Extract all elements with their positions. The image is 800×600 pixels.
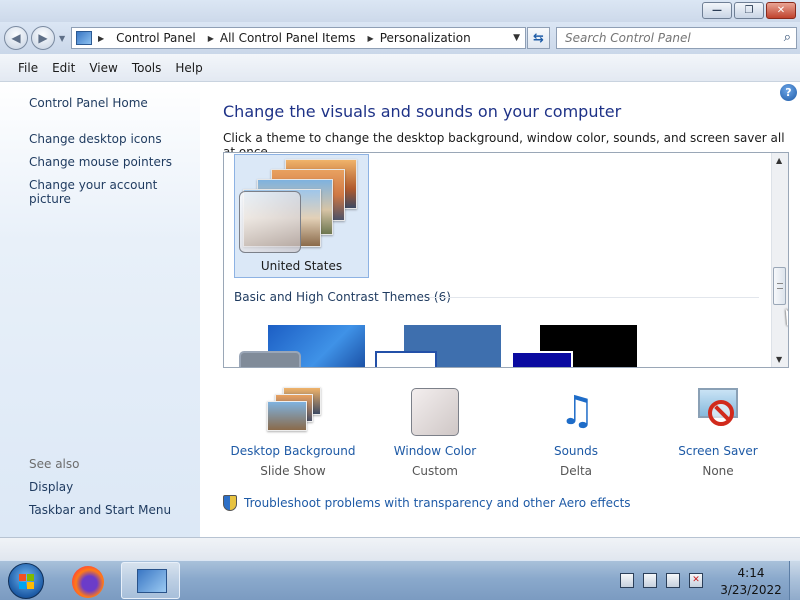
control-panel-icon bbox=[76, 31, 92, 45]
search-icon[interactable]: ⌕ bbox=[784, 30, 791, 45]
theme-window-preview bbox=[375, 351, 437, 367]
troubleshoot-link[interactable]: Troubleshoot problems with transparency … bbox=[223, 495, 631, 511]
clock-date: 3/23/2022 bbox=[720, 583, 782, 597]
taskbar: ✕ 4:14 3/23/2022 bbox=[0, 560, 800, 600]
change-account-picture-link[interactable]: Change your account picture bbox=[29, 178, 200, 206]
theme-label: United States bbox=[260, 259, 343, 273]
menu-file[interactable]: File bbox=[18, 61, 38, 75]
theme-list-scrollbar[interactable]: ▲ ▼ bbox=[771, 153, 788, 367]
display-link[interactable]: Display bbox=[29, 480, 73, 494]
breadcrumb-all-items[interactable]: ▶ All Control Panel Items bbox=[202, 31, 356, 45]
navigation-bar: ◀ ▶ ▼ ▶ Control Panel ▶ All Control Panel… bbox=[0, 22, 800, 54]
clock-time: 4:14 bbox=[737, 566, 765, 580]
main-content: ? Change the visuals and sounds on your … bbox=[200, 82, 800, 537]
change-desktop-icons-link[interactable]: Change desktop icons bbox=[29, 132, 162, 146]
taskbar-start-menu-link[interactable]: Taskbar and Start Menu bbox=[29, 503, 171, 517]
tile-value: Slide Show bbox=[260, 464, 326, 478]
breadcrumb-separator[interactable]: ▶ bbox=[98, 34, 110, 43]
tile-value: None bbox=[702, 464, 734, 478]
window-controls: — ❐ ✕ bbox=[702, 2, 796, 19]
window-color-tile[interactable]: Window Color Custom bbox=[365, 385, 505, 478]
search-input[interactable] bbox=[557, 28, 767, 48]
system-tray: ✕ bbox=[620, 573, 703, 588]
desktop-background-icon bbox=[223, 385, 363, 439]
page-title: Change the visuals and sounds on your co… bbox=[223, 102, 622, 121]
see-also-label: See also bbox=[29, 457, 80, 471]
volume-muted-icon[interactable]: ✕ bbox=[689, 573, 703, 588]
start-button[interactable] bbox=[8, 563, 44, 599]
troubleshoot-label[interactable]: Troubleshoot problems with transparency … bbox=[244, 496, 631, 510]
maximize-button[interactable]: ❐ bbox=[734, 2, 764, 19]
scroll-down-icon[interactable]: ▼ bbox=[776, 355, 782, 364]
theme-window-preview bbox=[511, 351, 573, 367]
tray-notes-icon[interactable] bbox=[620, 573, 634, 588]
uac-shield-icon bbox=[223, 495, 237, 511]
back-button[interactable]: ◀ bbox=[4, 26, 28, 50]
title-bar: — ❐ ✕ bbox=[0, 0, 800, 22]
control-panel-home-link[interactable]: Control Panel Home bbox=[29, 96, 148, 110]
recent-pages-dropdown-icon[interactable]: ▼ bbox=[59, 34, 65, 43]
basic-themes-header: Basic and High Contrast Themes (6) bbox=[234, 290, 451, 304]
clock[interactable]: 4:14 3/23/2022 bbox=[718, 565, 784, 599]
scrollbar-thumb[interactable] bbox=[773, 267, 786, 305]
menu-bar: File Edit View Tools Help bbox=[0, 54, 800, 82]
menu-help[interactable]: Help bbox=[175, 61, 202, 75]
show-desktop-button[interactable] bbox=[789, 561, 800, 600]
tile-value: Delta bbox=[559, 464, 592, 478]
theme-list: United States Basic and High Contrast Th… bbox=[223, 152, 789, 368]
action-center-icon[interactable] bbox=[643, 573, 657, 588]
screen-saver-tile[interactable]: Screen Saver None bbox=[648, 385, 788, 478]
breadcrumb-personalization[interactable]: ▶ Personalization bbox=[362, 31, 471, 45]
window-color-icon bbox=[365, 385, 505, 439]
screen-saver-icon bbox=[648, 385, 788, 439]
address-dropdown-icon[interactable]: ▼ bbox=[513, 33, 520, 43]
tile-name[interactable]: Desktop Background bbox=[223, 444, 363, 458]
sounds-icon: ♫ bbox=[559, 388, 595, 434]
sounds-tile[interactable]: ♫ Sounds Delta bbox=[506, 385, 646, 478]
close-button[interactable]: ✕ bbox=[766, 2, 796, 19]
theme-window-color-swatch bbox=[239, 191, 301, 253]
sidebar: Control Panel Home Change desktop icons … bbox=[0, 82, 200, 537]
forward-button[interactable]: ▶ bbox=[31, 26, 55, 50]
menu-edit[interactable]: Edit bbox=[52, 61, 75, 75]
theme-united-states[interactable]: United States bbox=[234, 154, 369, 278]
tile-name[interactable]: Window Color bbox=[365, 444, 505, 458]
refresh-button[interactable]: ⇆ bbox=[527, 27, 550, 49]
control-panel-taskbar-button[interactable] bbox=[121, 562, 180, 599]
group-divider bbox=[429, 297, 759, 298]
search-box[interactable]: ⌕ bbox=[556, 27, 797, 49]
menu-tools[interactable]: Tools bbox=[132, 61, 162, 75]
tile-name[interactable]: Screen Saver bbox=[648, 444, 788, 458]
help-icon[interactable]: ? bbox=[780, 84, 797, 101]
tile-name[interactable]: Sounds bbox=[506, 444, 646, 458]
minimize-button[interactable]: — bbox=[702, 2, 732, 19]
scroll-up-icon[interactable]: ▲ bbox=[776, 156, 782, 165]
network-icon[interactable] bbox=[666, 573, 680, 588]
breadcrumb-control-panel[interactable]: Control Panel bbox=[116, 31, 196, 45]
change-mouse-pointers-link[interactable]: Change mouse pointers bbox=[29, 155, 172, 169]
status-bar bbox=[0, 537, 800, 560]
menu-view[interactable]: View bbox=[89, 61, 117, 75]
firefox-taskbar-icon[interactable] bbox=[72, 566, 104, 598]
desktop-background-tile[interactable]: Desktop Background Slide Show bbox=[223, 385, 363, 478]
theme-window-preview bbox=[239, 351, 301, 367]
address-bar[interactable]: ▶ Control Panel ▶ All Control Panel Items… bbox=[71, 27, 526, 49]
tile-value: Custom bbox=[412, 464, 458, 478]
